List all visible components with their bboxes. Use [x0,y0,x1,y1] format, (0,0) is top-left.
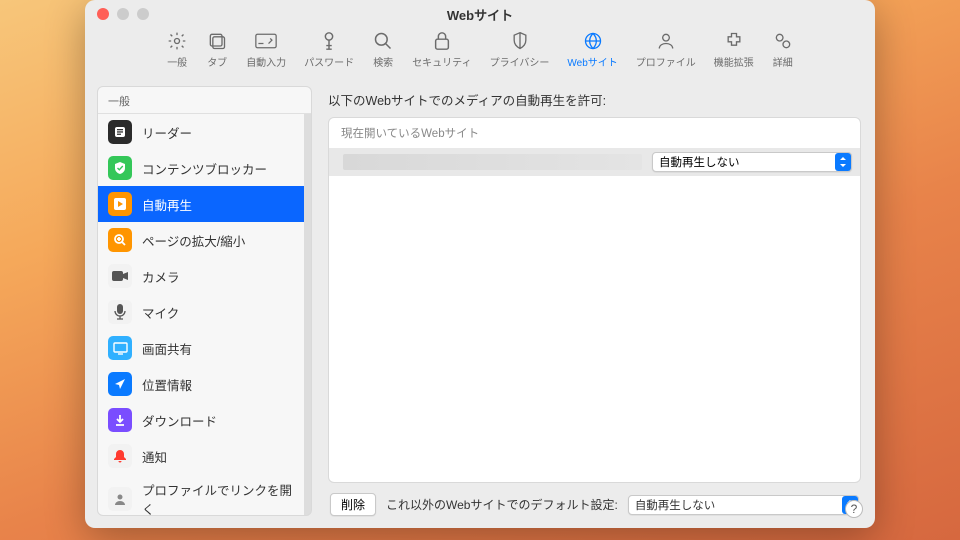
tab-security[interactable]: セキュリティ [412,30,471,69]
tab-advanced[interactable]: 詳細 [772,30,794,69]
sidebar-item-autoplay[interactable]: 自動再生 [98,186,304,222]
tab-privacy[interactable]: プライバシー [490,30,550,69]
privacy-icon [509,30,531,52]
play-icon [108,192,132,216]
tab-passwords[interactable]: パスワード [304,30,354,69]
sidebar-item-label: 画面共有 [142,339,192,358]
mic-icon [108,300,132,324]
main-panel: 以下のWebサイトでのメディアの自動再生を許可: 現在開いているWebサイト 自… [326,86,863,516]
bell-icon [108,444,132,468]
location-icon [108,372,132,396]
tab-label: セキュリティ [412,54,471,69]
autofill-icon [255,30,277,52]
tab-profiles[interactable]: プロファイル [636,30,696,69]
titlebar: Webサイト [85,0,875,28]
tab-label: プライバシー [490,54,550,69]
tab-label: 機能拡張 [714,54,754,69]
tabs-icon [206,30,228,52]
main-heading: 以下のWebサイトでのメディアの自動再生を許可: [328,90,861,109]
sidebar-item-label: ページの拡大/縮小 [142,231,245,250]
screen-icon [108,336,132,360]
sidebar-item-camera[interactable]: カメラ [98,258,304,294]
zoom-icon [108,228,132,252]
sidebar-item-open-links[interactable]: プロファイルでリンクを開く [98,474,304,515]
sidebar-item-content-blockers[interactable]: コンテンツブロッカー [98,150,304,186]
tab-websites[interactable]: Webサイト [567,30,617,69]
sidebar-item-label: 自動再生 [142,195,192,214]
sidebar-section-label: 一般 [98,87,311,114]
tab-general[interactable]: 一般 [166,30,188,69]
profiles-icon [655,30,677,52]
advanced-icon [772,30,794,52]
sidebar: 一般 リーダーコンテンツブロッカー自動再生ページの拡大/縮小カメラマイク画面共有… [97,86,312,516]
scrollbar[interactable] [304,114,311,515]
site-name-redacted [343,154,642,170]
default-policy-select[interactable]: 自動再生しない [628,495,859,515]
tab-label: 詳細 [773,54,793,69]
select-value: 自動再生しない [635,497,842,513]
sidebar-item-label: マイク [142,303,179,322]
general-icon [166,30,188,52]
sidebar-item-reader[interactable]: リーダー [98,114,304,150]
footer-row: 削除 これ以外のWebサイトでのデフォルト設定: 自動再生しない [328,483,861,516]
tab-search[interactable]: 検索 [372,30,394,69]
tab-label: 検索 [373,54,393,69]
select-value: 自動再生しない [659,154,835,170]
sidebar-item-page-zoom[interactable]: ページの拡大/縮小 [98,222,304,258]
autoplay-policy-select[interactable]: 自動再生しない [652,152,852,172]
tab-label: タブ [207,54,227,69]
tab-label: パスワード [304,54,354,69]
websites-icon [582,30,604,52]
sidebar-item-label: コンテンツブロッカー [142,159,267,178]
reader-icon [108,120,132,144]
preferences-toolbar: 一般 タブ 自動入力 パスワード 検索 セキュリティ プライバシー Webサイト プロファイル 機… [85,28,875,76]
sidebar-item-label: ダウンロード [142,411,217,430]
sidebar-item-label: 通知 [142,447,167,466]
tab-label: Webサイト [567,54,617,69]
sidebar-item-notifications[interactable]: 通知 [98,438,304,474]
passwords-icon [318,30,340,52]
tab-autofill[interactable]: 自動入力 [246,30,286,69]
tab-label: 自動入力 [246,54,286,69]
site-row[interactable]: 自動再生しない [329,148,860,176]
sidebar-item-label: プロファイルでリンクを開く [142,480,294,515]
tab-label: プロファイル [636,54,696,69]
preferences-window: Webサイト 一般 タブ 自動入力 パスワード 検索 セキュリティ プライバシー Webサイト… [85,0,875,528]
extensions-icon [723,30,745,52]
sidebar-list[interactable]: リーダーコンテンツブロッカー自動再生ページの拡大/縮小カメラマイク画面共有位置情… [98,114,304,515]
tab-tabs[interactable]: タブ [206,30,228,69]
download-icon [108,408,132,432]
chevron-updown-icon [835,153,851,171]
shield-icon [108,156,132,180]
tab-extensions[interactable]: 機能拡張 [714,30,754,69]
help-button[interactable]: ? [845,500,863,518]
sidebar-item-downloads[interactable]: ダウンロード [98,402,304,438]
sidebar-item-microphone[interactable]: マイク [98,294,304,330]
security-icon [431,30,453,52]
delete-button[interactable]: 削除 [330,493,376,516]
sidebar-item-label: カメラ [142,267,180,286]
sidebar-item-label: リーダー [142,123,192,142]
site-list-header: 現在開いているWebサイト [329,118,860,148]
tab-label: 一般 [167,54,187,69]
site-list: 現在開いているWebサイト 自動再生しない [328,117,861,483]
content-area: 一般 リーダーコンテンツブロッカー自動再生ページの拡大/縮小カメラマイク画面共有… [85,76,875,528]
window-title: Webサイト [85,5,875,24]
camera-icon [108,264,132,288]
default-policy-label: これ以外のWebサイトでのデフォルト設定: [386,496,618,513]
sidebar-item-screen-sharing[interactable]: 画面共有 [98,330,304,366]
sidebar-item-label: 位置情報 [142,375,192,394]
search-icon [372,30,394,52]
profile-icon [108,487,132,511]
sidebar-item-location[interactable]: 位置情報 [98,366,304,402]
